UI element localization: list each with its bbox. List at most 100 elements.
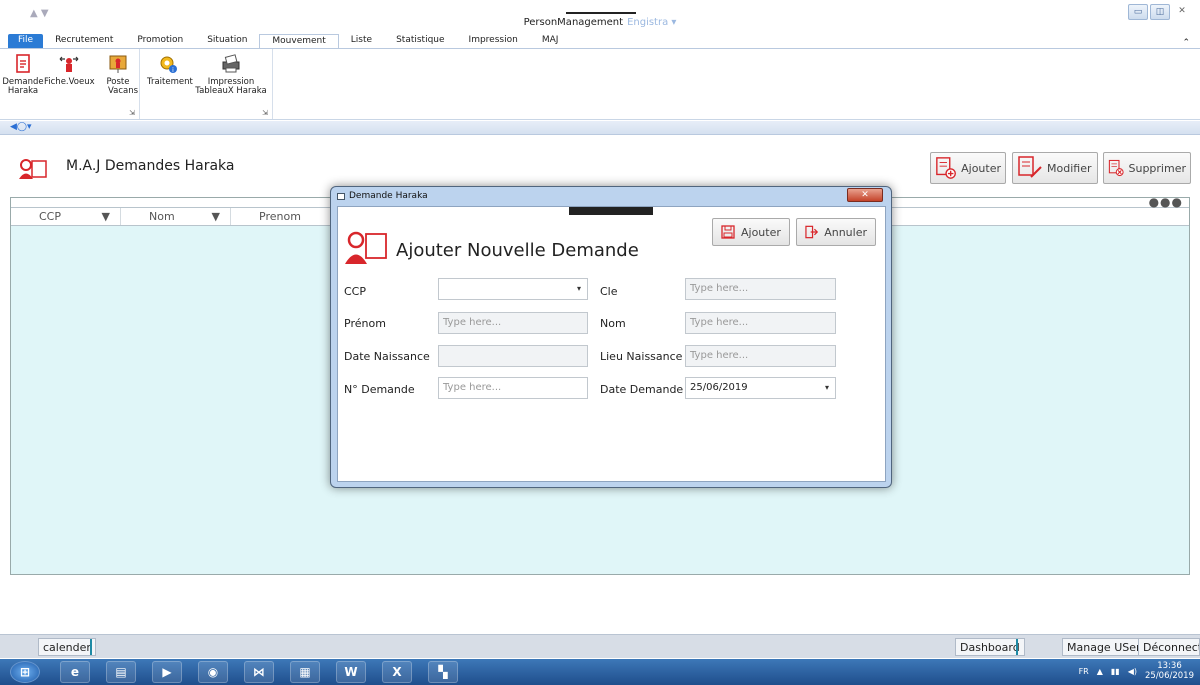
save-icon [721, 225, 735, 239]
dialog-close-icon[interactable]: ✕ [847, 188, 883, 202]
date-naissance-label: Date Naissance [344, 350, 430, 363]
app-icon[interactable]: ▦ [290, 661, 320, 683]
column-prenom[interactable]: Prenom [231, 208, 341, 225]
navigation-bar: ◀◯▾ [0, 121, 1200, 135]
prenom-label: Prénom [344, 317, 386, 330]
explorer-icon[interactable]: ▤ [106, 661, 136, 683]
poste-vacans-button[interactable]: Poste Vacans [98, 53, 138, 96]
date-demande-picker[interactable]: 25/06/2019 ▾ [685, 377, 836, 399]
dashboard-button[interactable]: Dashboard [955, 638, 1025, 656]
tab-statistique[interactable]: Statistique [384, 34, 456, 48]
tab-mouvement[interactable]: Mouvement [259, 34, 339, 48]
minimize-icon[interactable]: ▭ [1128, 4, 1148, 20]
person-card-icon [19, 159, 47, 179]
tab-situation[interactable]: Situation [195, 34, 259, 48]
date-naissance-input[interactable] [438, 345, 588, 367]
status-bar: calender Dashboard Manage USers Déconnec… [0, 634, 1200, 658]
network-icon[interactable]: ▮▮ [1111, 667, 1120, 676]
dialog-ajouter-button[interactable]: Ajouter [712, 218, 790, 246]
tab-recrutement[interactable]: Recrutement [43, 34, 125, 48]
person-arrows-icon [59, 56, 79, 72]
window-icon [337, 192, 345, 200]
more-options-icon[interactable]: ●●● [1149, 195, 1183, 209]
traitement-button[interactable]: i Traitement [147, 53, 193, 87]
group-launcher-icon[interactable]: ⇲ [129, 109, 135, 117]
start-icon[interactable]: ⊞ [10, 661, 40, 683]
back-forward-icon[interactable]: ◀◯▾ [10, 122, 32, 132]
dialog-heading: Ajouter Nouvelle Demande [396, 239, 639, 261]
cle-input[interactable]: Type here... [685, 278, 836, 300]
status-separator [1016, 639, 1018, 655]
lieu-naissance-input[interactable]: Type here... [685, 345, 836, 367]
dialog-annuler-button[interactable]: Annuler [796, 218, 876, 246]
visual-studio-icon[interactable]: ⋈ [244, 661, 274, 683]
tab-file[interactable]: File [8, 34, 44, 48]
gear-info-icon: i [160, 56, 177, 74]
windows-taskbar: ⊞ e ▤ ▶ ◉ ⋈ ▦ W X ▚ FR ▲ ▮▮ ◀) 13:36 25/0… [0, 659, 1200, 685]
filter-icon[interactable]: ▼ [212, 210, 220, 223]
page-header: M.A.J Demandes Haraka Ajouter Modifier S… [0, 140, 1200, 190]
column-ccp[interactable]: CCP ▼ [11, 208, 121, 225]
dialog-body: Ajouter Nouvelle Demande Ajouter Annuler… [337, 206, 886, 482]
prenom-input[interactable]: Type here... [438, 312, 588, 334]
column-nom[interactable]: Nom ▼ [121, 208, 231, 225]
add-list-icon [936, 157, 956, 179]
num-demande-label: N° Demande [344, 383, 415, 396]
ccp-label: CCP [344, 285, 366, 298]
lieu-naissance-label: Lieu Naissance [600, 350, 683, 363]
dialog-header: Ajouter Nouvelle Demande [344, 229, 639, 265]
dialog-titlebar: Demande Haraka [337, 191, 428, 201]
fiche-voeux-button[interactable]: Fiche.Voeux [44, 53, 95, 87]
ribbon-collapse-icon[interactable]: ⌃ [1182, 38, 1200, 48]
ribbon-group-demandes: Demande Haraka Fiche.Voeux Poste Vacans ⇲ [0, 49, 140, 119]
date-demande-label: Date Demande [600, 383, 684, 396]
ribbon: Demande Haraka Fiche.Voeux Poste Vacans ⇲ … [0, 48, 1200, 120]
document-icon [16, 54, 30, 73]
num-demande-input[interactable]: Type here... [438, 377, 588, 399]
excel-icon[interactable]: X [382, 661, 412, 683]
edit-list-icon [1018, 156, 1042, 178]
page-title: M.A.J Demandes Haraka [66, 158, 235, 174]
nom-input[interactable]: Type here... [685, 312, 836, 334]
window-controls: ▭ ◫ ✕ [1128, 4, 1192, 20]
language-indicator[interactable]: FR [1079, 667, 1089, 676]
word-icon[interactable]: W [336, 661, 366, 683]
tab-promotion[interactable]: Promotion [125, 34, 195, 48]
impression-tableaux-button[interactable]: Impression TableauX Haraka [191, 53, 271, 96]
tab-liste[interactable]: Liste [339, 34, 384, 48]
deconnecter-button[interactable]: Déconnecter [1138, 638, 1200, 656]
supprimer-button[interactable]: Supprimer [1103, 152, 1191, 184]
ajouter-button[interactable]: Ajouter [930, 152, 1006, 184]
ie-icon[interactable]: e [60, 661, 90, 683]
demande-haraka-button[interactable]: Demande Haraka [2, 53, 44, 96]
volume-icon[interactable]: ◀) [1128, 667, 1137, 676]
group-launcher-icon[interactable]: ⇲ [262, 109, 268, 117]
firefox-icon[interactable]: ◉ [198, 661, 228, 683]
media-icon[interactable]: ▶ [152, 661, 182, 683]
project-icon[interactable]: ▚ [428, 661, 458, 683]
dialog-grip [569, 207, 653, 215]
close-icon[interactable]: ✕ [1172, 4, 1192, 20]
exit-icon [805, 225, 819, 239]
person-card-icon [345, 231, 387, 264]
board-icon [109, 55, 127, 73]
chevron-down-icon[interactable]: ▾ [577, 279, 581, 299]
system-tray: FR ▲ ▮▮ ◀) 13:36 25/06/2019 [1079, 661, 1194, 681]
ccp-combobox[interactable]: ▾ [438, 278, 588, 300]
cle-label: Cle [600, 285, 618, 298]
tab-impression[interactable]: Impression [457, 34, 530, 48]
titlebar-indicator [566, 12, 636, 14]
ribbon-group-traitement: i Traitement Impression TableauX Haraka ⇲ [141, 49, 273, 119]
demande-haraka-dialog: Demande Haraka ✕ Ajouter Nouvelle Demand… [330, 186, 892, 488]
calender-button[interactable]: calender [38, 638, 96, 656]
delete-list-icon [1108, 159, 1124, 177]
window-title: PersonManagement Engistra ▾ [523, 17, 677, 28]
tab-maj[interactable]: MAJ [530, 34, 571, 48]
filter-icon[interactable]: ▼ [102, 210, 110, 223]
modifier-button[interactable]: Modifier [1012, 152, 1098, 184]
chevron-down-icon[interactable]: ▾ [825, 378, 829, 398]
clock[interactable]: 13:36 25/06/2019 [1145, 661, 1194, 681]
status-separator [90, 639, 92, 655]
tray-arrow-icon[interactable]: ▲ [1097, 667, 1103, 676]
maximize-icon[interactable]: ◫ [1150, 4, 1170, 20]
